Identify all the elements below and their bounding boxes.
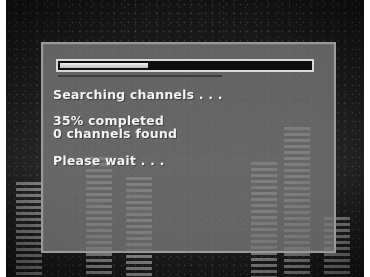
please-wait-text: Please wait . . . — [53, 153, 165, 168]
scan-progress-bar — [56, 59, 314, 72]
scan-status-text: Searching channels . . . — [53, 87, 223, 102]
channel-search-dialog: Searching channels . . . 35% completed 0… — [41, 42, 336, 253]
tv-screen: Searching channels . . . 35% completed 0… — [6, 0, 364, 277]
progress-underline — [58, 75, 222, 77]
channels-found-text: 0 channels found — [53, 126, 178, 141]
scan-progress-fill — [60, 63, 148, 68]
